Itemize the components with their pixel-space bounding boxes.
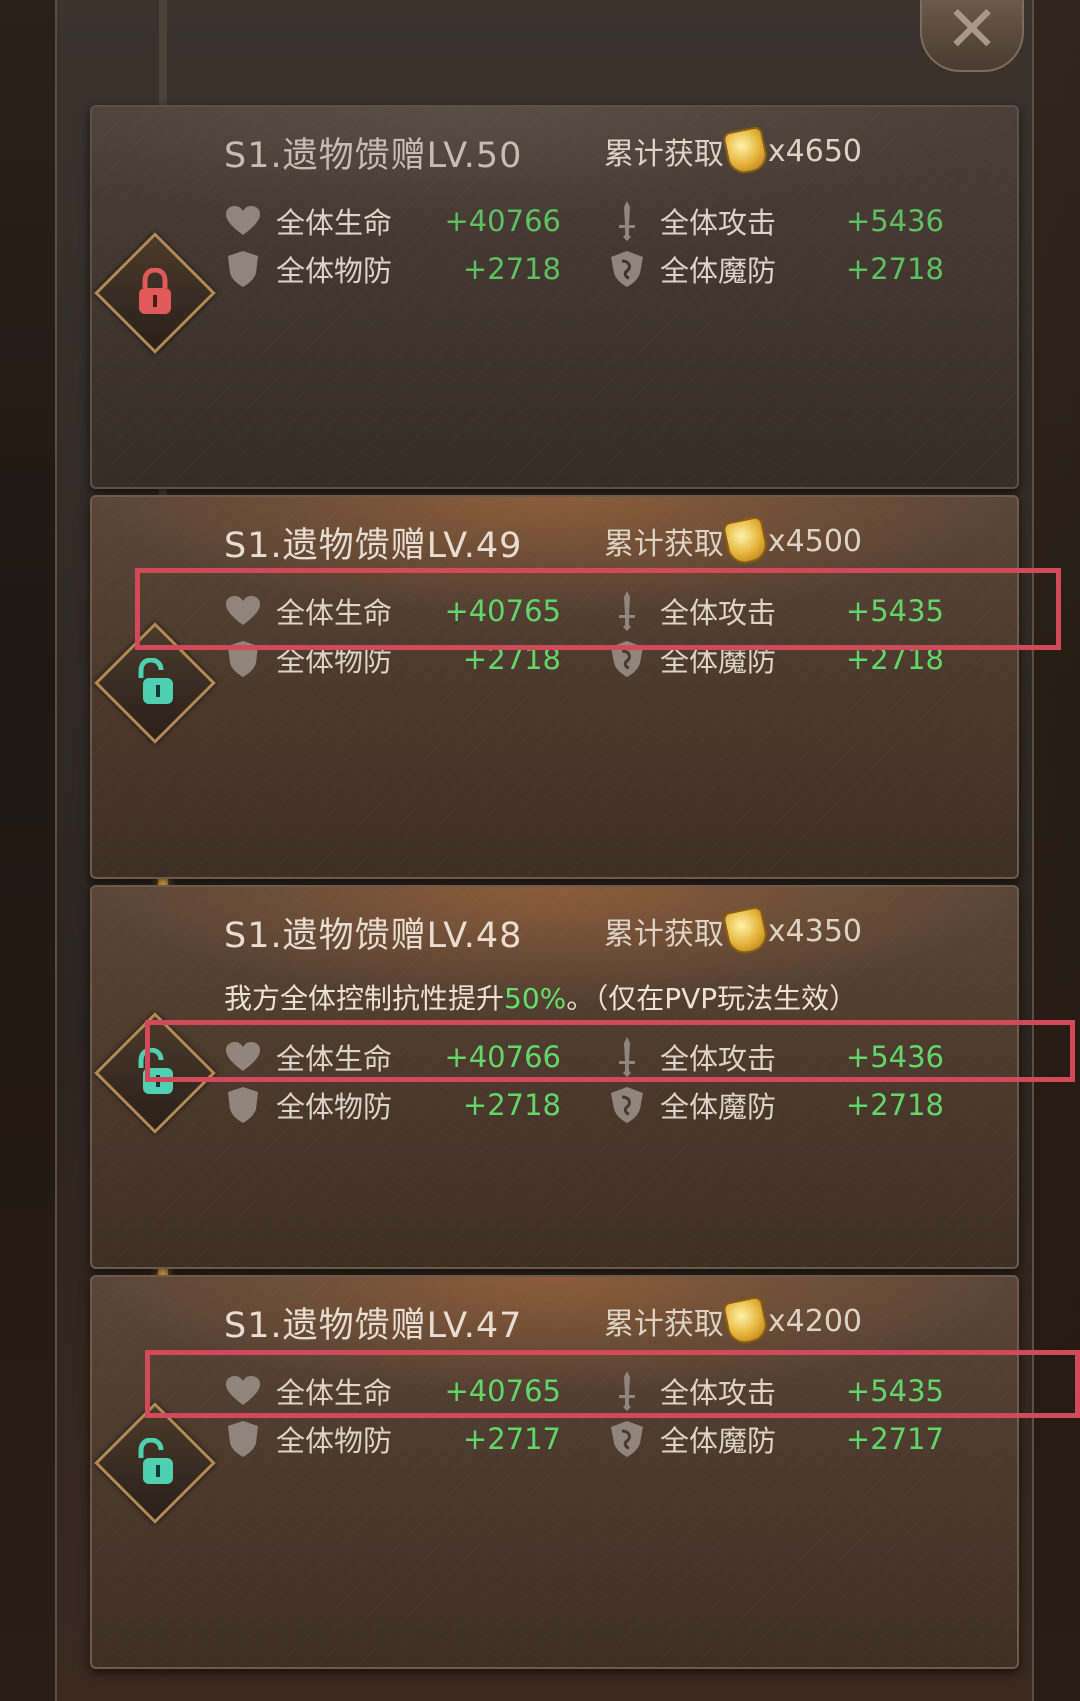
stat-row: 全体物防 +2718 全体魔防 +2718 xyxy=(224,1081,984,1129)
stat-phys-def: 全体物防 +2717 xyxy=(224,1415,561,1463)
lock-icon xyxy=(127,265,183,321)
relic-coin-icon xyxy=(721,125,771,177)
magic-shield-icon xyxy=(608,250,646,288)
highlight-box-lv49 xyxy=(135,568,1061,650)
level-card-50: S1.遗物馈赠LV.50 累计获取 x4650 全体生命 +40766 全体攻击… xyxy=(90,105,1019,489)
level-card-47: S1.遗物馈赠LV.47 累计获取 x4200 全体生命 +40765 全体攻击… xyxy=(90,1275,1019,1669)
cumulative-reward: 累计获取 x4350 xyxy=(604,905,862,957)
card-title: S1.遗物馈赠LV.47 xyxy=(224,1306,523,1346)
cumulative-reward: 累计获取 x4200 xyxy=(604,1295,862,1347)
sword-icon xyxy=(608,201,646,241)
stat-magic-def: 全体魔防 +2718 xyxy=(608,1081,944,1129)
shield-icon xyxy=(224,1420,262,1458)
stat-magic-def: 全体魔防 +2718 xyxy=(608,245,944,293)
shield-icon xyxy=(224,250,262,288)
stat-hp: 全体生命 +40766 xyxy=(224,197,561,245)
unlock-icon xyxy=(127,1435,183,1491)
stat-row: 全体物防 +2717 全体魔防 +2717 xyxy=(224,1415,984,1463)
relic-coin-icon xyxy=(721,905,771,957)
cumulative-reward: 累计获取 x4500 xyxy=(604,515,862,567)
unlock-icon xyxy=(127,655,183,711)
stat-row: 全体生命 +40766 全体攻击 +5436 xyxy=(224,197,984,245)
magic-shield-icon xyxy=(608,1086,646,1124)
stat-attack: 全体攻击 +5436 xyxy=(608,197,944,245)
card-title: S1.遗物馈赠LV.49 xyxy=(224,526,523,566)
close-icon: ✕ xyxy=(945,0,999,67)
highlight-box-lv47 xyxy=(145,1350,1080,1418)
shield-icon xyxy=(224,1086,262,1124)
card-effect-text: 我方全体控制抗性提升50%。（仅在PVP玩法生效） xyxy=(224,982,858,1015)
stat-magic-def: 全体魔防 +2717 xyxy=(608,1415,944,1463)
card-title: S1.遗物馈赠LV.48 xyxy=(224,916,523,956)
stat-phys-def: 全体物防 +2718 xyxy=(224,1081,561,1129)
relic-coin-icon xyxy=(721,1295,771,1347)
cumulative-reward: 累计获取 x4650 xyxy=(604,125,862,177)
heart-icon xyxy=(224,202,262,240)
highlight-box-lv48 xyxy=(145,1020,1075,1082)
stat-row: 全体物防 +2718 全体魔防 +2718 xyxy=(224,245,984,293)
level-card-49: S1.遗物馈赠LV.49 累计获取 x4500 全体生命 +40765 全体攻击… xyxy=(90,495,1019,879)
close-button[interactable]: ✕ xyxy=(920,0,1024,72)
stat-phys-def: 全体物防 +2718 xyxy=(224,245,561,293)
relic-coin-icon xyxy=(721,515,771,567)
magic-shield-icon xyxy=(608,1420,646,1458)
card-title: S1.遗物馈赠LV.50 xyxy=(224,136,523,176)
